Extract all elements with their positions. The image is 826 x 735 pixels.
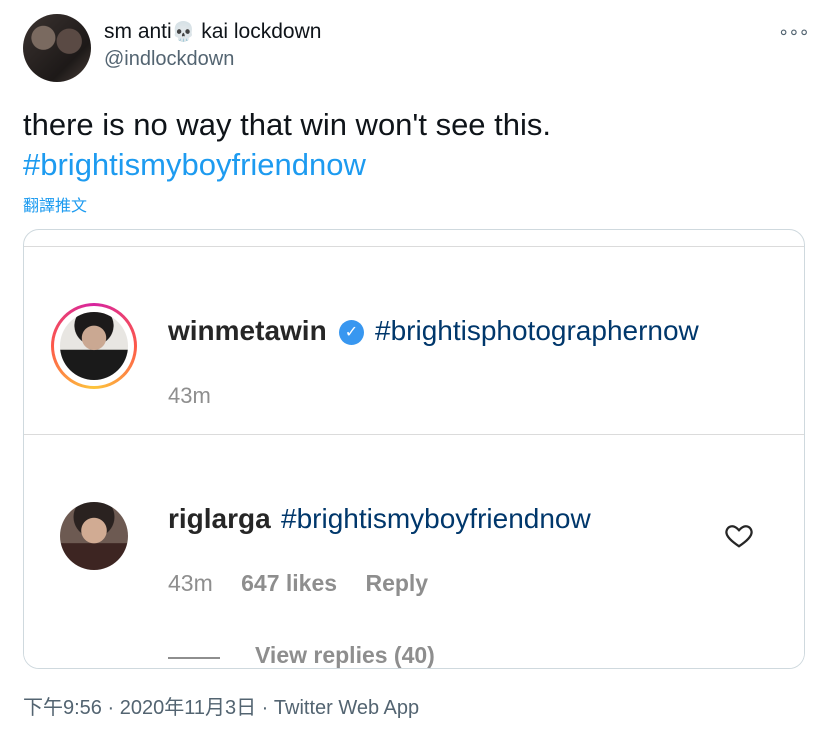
post-caption-hashtag: #brightisphotographernow (375, 315, 699, 346)
replies-line (168, 657, 220, 659)
story-ring-avatar (51, 303, 137, 389)
tweet-hashtag-link[interactable]: #brightismyboyfriendnow (23, 145, 803, 185)
author-handle[interactable]: @indlockdown (104, 48, 234, 71)
riglarga-avatar (60, 502, 128, 570)
heart-icon (725, 525, 753, 548)
divider (24, 434, 804, 435)
tweet-text-line: there is no way that win won't see this. (23, 107, 552, 142)
tweet: sm anti💀 kai lockdown @indlockdown ∘∘∘ t… (0, 0, 826, 735)
more-dots-icon[interactable]: ∘∘∘ (778, 22, 810, 43)
winmetawin-avatar (60, 312, 128, 380)
post-time: 43m (168, 383, 211, 408)
display-name-suffix: kai lockdown (195, 20, 322, 43)
tweet-date[interactable]: 2020年11月3日 (120, 697, 256, 719)
author-avatar[interactable] (23, 14, 91, 82)
comment-meta: 43m 647 likes Reply (168, 570, 450, 597)
comment-hashtag: #brightismyboyfriendnow (281, 503, 591, 534)
tweet-source-app[interactable]: Twitter Web App (274, 697, 419, 719)
tweet-text: there is no way that win won't see this.… (23, 105, 803, 185)
comment-likes: 647 likes (241, 570, 338, 596)
instagram-screenshot: winmetawin ✓ #brightisphotographernow 43… (24, 246, 804, 668)
view-replies: View replies (40) (255, 642, 435, 668)
translate-tweet-link[interactable]: 翻譯推文 (23, 192, 87, 216)
tweet-timestamp: 下午9:56 · 2020年11月3日 · Twitter Web App (23, 697, 420, 719)
skull-emoji-icon: 💀 (171, 22, 196, 43)
tweet-media-image[interactable]: winmetawin ✓ #brightisphotographernow 43… (23, 229, 805, 669)
tweet-time[interactable]: 下午9:56 (23, 697, 102, 719)
comment-username: riglarga (168, 503, 271, 534)
comment-time: 43m (168, 570, 213, 596)
display-name-text: sm anti (104, 20, 172, 43)
author-display-name[interactable]: sm anti💀 kai lockdown (104, 20, 321, 44)
post-username: winmetawin (168, 315, 327, 346)
comment-reply: Reply (365, 570, 429, 596)
verified-badge-icon: ✓ (339, 320, 364, 345)
